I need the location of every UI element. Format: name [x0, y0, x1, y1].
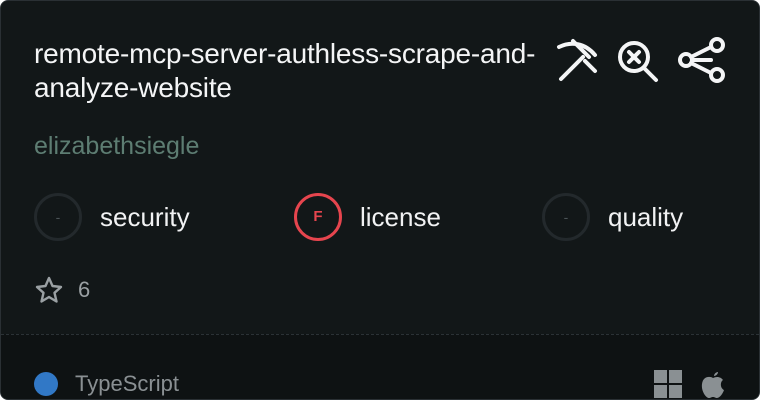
- security-grade-badge: -: [34, 193, 82, 241]
- license-grade-badge: F: [294, 193, 342, 241]
- top-icon-group: [553, 35, 733, 85]
- platform-icons: [653, 367, 733, 399]
- language-name: TypeScript: [75, 371, 179, 396]
- server-card[interactable]: remote-mcp-server-authless-scrape-and- a…: [0, 0, 760, 400]
- apple-icon: [701, 372, 724, 398]
- server-title[interactable]: remote-mcp-server-authless-scrape-and- a…: [34, 37, 634, 105]
- language-color-dot: [34, 372, 58, 396]
- security-label: security: [100, 202, 190, 232]
- quality-grade-badge: -: [542, 193, 590, 241]
- metric-quality: - quality: [542, 193, 744, 242]
- title-line-1: remote-mcp-server-authless-scrape-and-: [34, 38, 536, 69]
- metric-security: - security: [34, 193, 236, 242]
- license-label: license: [360, 202, 441, 232]
- star-count-value: 6: [78, 277, 91, 302]
- author-name[interactable]: elizabethsiegle: [34, 130, 199, 162]
- title-line-2: analyze-website: [34, 72, 232, 103]
- share-icon: [678, 37, 725, 83]
- star-icon: [35, 276, 63, 303]
- quality-label: quality: [608, 202, 684, 232]
- search-icon: [618, 41, 658, 82]
- windows-icon: [654, 370, 682, 398]
- metric-license: F license: [294, 193, 496, 242]
- pickaxe-icon: [557, 39, 597, 81]
